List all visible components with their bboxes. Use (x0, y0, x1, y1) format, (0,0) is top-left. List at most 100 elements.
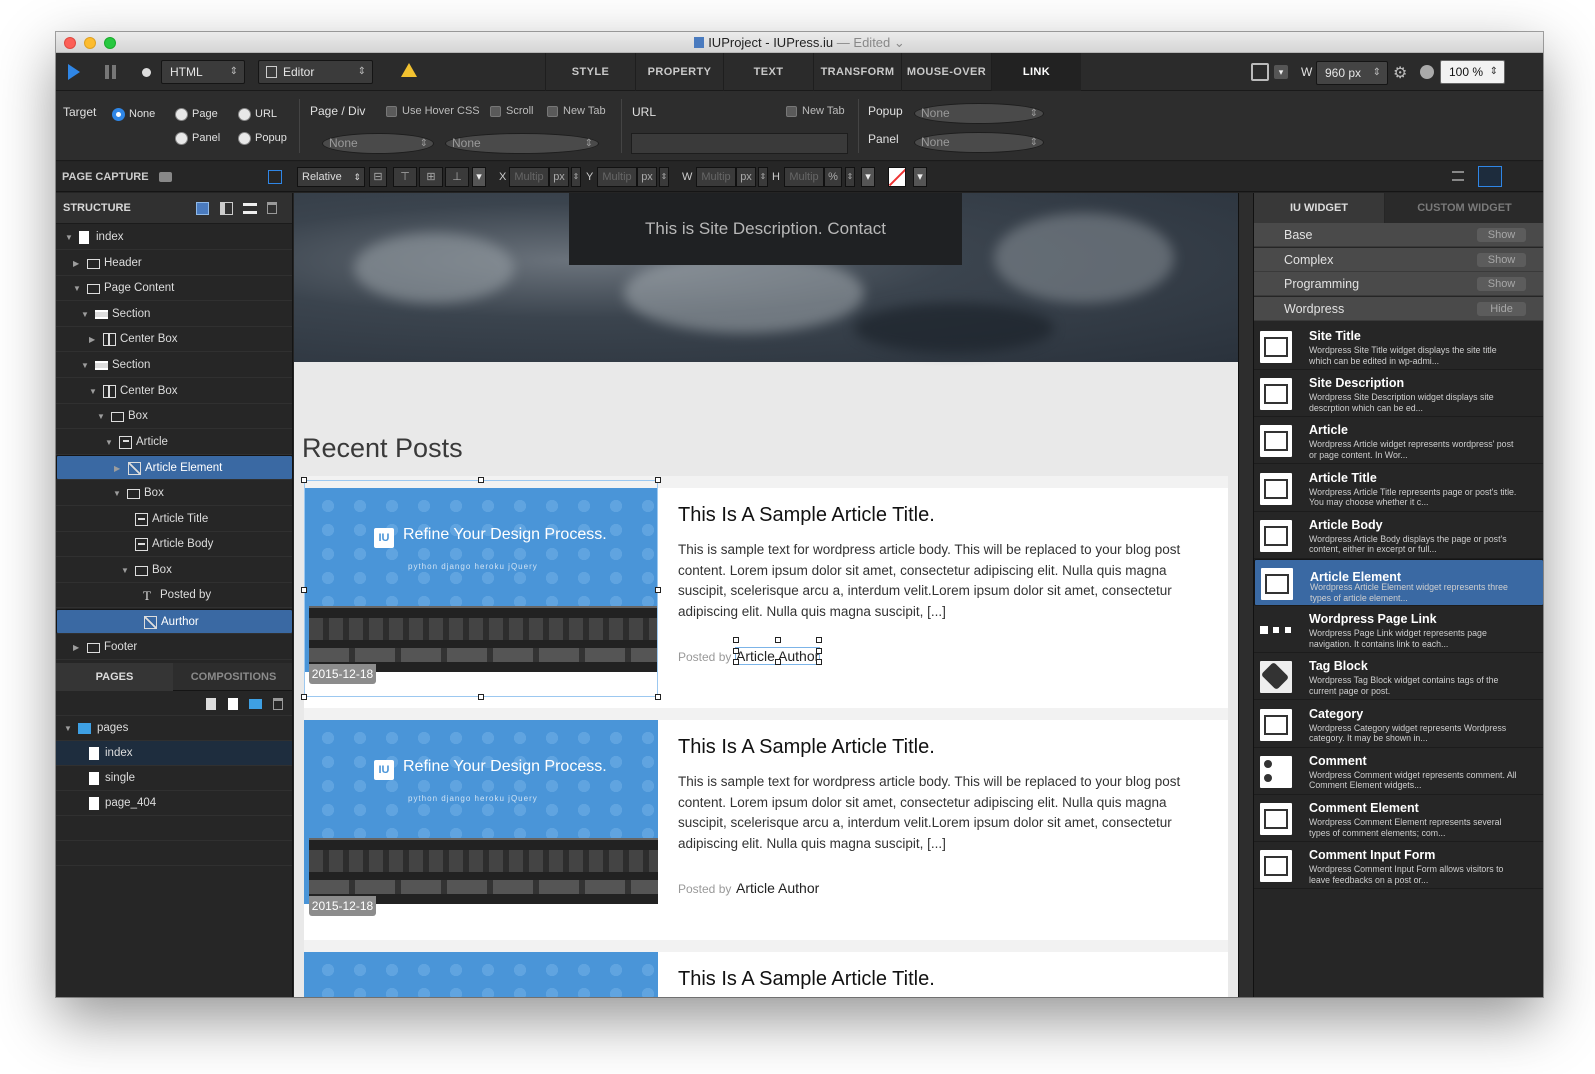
resize-handle[interactable] (655, 694, 661, 700)
x-input[interactable]: Multip (509, 167, 549, 187)
disclosure-open-icon[interactable]: ▼ (65, 225, 73, 250)
resize-handle[interactable] (733, 637, 739, 643)
structure-item[interactable]: ▼ Box (56, 404, 292, 430)
new-page-icon[interactable] (228, 698, 238, 710)
no-color-icon[interactable] (888, 167, 906, 187)
structure-item[interactable]: ▼ Section (56, 302, 292, 327)
h-unit[interactable]: % (824, 167, 842, 187)
disclosure-closed-icon[interactable]: ▶ (73, 251, 79, 276)
minimize-window-button[interactable] (84, 37, 96, 49)
structure-item[interactable]: Aurthor (56, 609, 292, 634)
resize-handle[interactable] (478, 477, 484, 483)
zoom-window-button[interactable] (104, 37, 116, 49)
widget-category[interactable]: Programming Show (1254, 272, 1543, 297)
tab-iu-widget[interactable]: IU WIDGET (1254, 193, 1384, 223)
stepper-icon[interactable]: ⇕ (571, 167, 581, 187)
category-toggle-button[interactable]: Show (1477, 277, 1526, 292)
disclosure-open-icon[interactable]: ▼ (81, 353, 89, 378)
article-author[interactable]: Article Author (736, 880, 819, 896)
widget-item[interactable]: Site Description Wordpress Site Descripti… (1254, 370, 1543, 418)
resize-handle[interactable] (775, 637, 781, 643)
split-view-icon[interactable] (220, 202, 233, 215)
gear-icon[interactable]: ⚙ (1393, 63, 1407, 83)
widget-item[interactable]: Article Title Wordpress Article Title rep… (1254, 465, 1543, 512)
resize-handle[interactable] (655, 587, 661, 593)
resize-handle[interactable] (301, 694, 307, 700)
widget-category[interactable]: Base Show (1254, 223, 1543, 247)
article-title[interactable]: This Is A Sample Article Title. (678, 736, 935, 759)
widget-item[interactable]: Tag Block Wordpress Tag Block widget cont… (1254, 653, 1543, 701)
url-new-tab-checkbox[interactable] (786, 106, 797, 117)
resize-handle[interactable] (301, 477, 307, 483)
mode-select[interactable]: Editor ⇕ (258, 60, 373, 84)
stepper-icon[interactable]: ⇕ (659, 167, 669, 187)
popup-select[interactable]: None ⇕ (914, 103, 1044, 124)
widget-item[interactable]: Article Element Wordpress Article Element… (1254, 559, 1543, 606)
add-section-icon[interactable] (243, 203, 257, 214)
tab-transform[interactable]: TRANSFORM (813, 53, 901, 91)
page-item[interactable]: index (56, 741, 292, 766)
div-select[interactable]: None ⇕ (445, 133, 599, 154)
widget-category[interactable]: Complex Show (1254, 247, 1543, 272)
close-window-button[interactable] (64, 37, 76, 49)
position-mode-select[interactable]: Relative ⇕ (297, 167, 365, 187)
page-width-field[interactable]: 960 px ⇕ (1316, 61, 1388, 85)
structure-item[interactable]: ▼ Section (56, 353, 292, 378)
widget-item[interactable]: Comment Element Wordpress Comment Element… (1254, 795, 1543, 842)
disclosure-open-icon[interactable]: ▼ (105, 430, 113, 455)
article[interactable]: This Is A Sample Article Title. (304, 952, 1228, 997)
structure-item[interactable]: ▼ Box (56, 558, 292, 583)
widget-item[interactable]: Wordpress Page Link Wordpress Page Link w… (1254, 606, 1543, 654)
structure-item[interactable]: ▶ Header (56, 251, 292, 276)
structure-item[interactable]: ▶ Article Element (56, 455, 292, 481)
chevron-down-icon[interactable]: ▾ (1274, 65, 1288, 79)
copy-page-icon[interactable] (206, 698, 216, 710)
disclosure-closed-icon[interactable]: ▶ (89, 327, 95, 352)
widget-item[interactable]: Site Title Wordpress Site Title widget di… (1254, 323, 1543, 370)
widget-item[interactable]: Category Wordpress Category widget repres… (1254, 701, 1543, 748)
article-body[interactable]: This is sample text for wordpress articl… (678, 772, 1198, 854)
disclosure-open-icon[interactable]: ▼ (73, 276, 81, 301)
zoom-field[interactable]: 100 % ⇕ (1440, 60, 1505, 84)
target-page-radio[interactable] (175, 108, 188, 121)
pause-icon[interactable] (105, 65, 109, 79)
article-title[interactable]: This Is A Sample Article Title. (678, 968, 935, 991)
tab-pages[interactable]: PAGES (56, 663, 173, 691)
tab-custom-widget[interactable]: CUSTOM WIDGET (1385, 193, 1543, 223)
article-thumbnail[interactable]: IU Refine Your Design Process. python dj… (304, 488, 658, 672)
record-icon[interactable] (142, 68, 151, 77)
align-bottom-icon[interactable]: ⊥ (445, 167, 469, 187)
trash-icon[interactable] (273, 698, 283, 710)
disclosure-open-icon[interactable]: ▼ (97, 404, 105, 429)
w-input[interactable]: Multip (696, 167, 736, 187)
resize-handle[interactable] (478, 694, 484, 700)
pages-folder[interactable]: ▼ pages (56, 716, 292, 741)
new-tab-checkbox[interactable] (547, 106, 558, 117)
y-unit[interactable]: px (637, 167, 657, 187)
disclosure-open-icon[interactable]: ▼ (64, 716, 72, 741)
widget-item[interactable]: Article Body Wordpress Article Body displ… (1254, 512, 1543, 559)
resize-handle[interactable] (733, 659, 739, 665)
article-body[interactable]: This is sample text for wordpress articl… (678, 540, 1198, 622)
structure-item[interactable]: ▶ Footer (56, 635, 292, 660)
structure-item[interactable]: Article Title (56, 507, 292, 532)
posted-by[interactable]: Posted by (678, 882, 731, 896)
disclosure-closed-icon[interactable]: ▶ (114, 456, 120, 481)
article-thumbnail[interactable]: IU Refine Your Design Process. python dj… (304, 720, 658, 904)
design-canvas[interactable]: This is Site Description. Contact Recent… (294, 193, 1238, 997)
use-hover-css-checkbox[interactable] (386, 106, 397, 117)
tab-mouse-over[interactable]: MOUSE-OVER (901, 53, 991, 91)
h-input[interactable]: Multip (784, 167, 824, 187)
disclosure-closed-icon[interactable]: ▶ (73, 635, 79, 660)
panel-view-icon[interactable] (1478, 166, 1502, 187)
disclosure-open-icon[interactable]: ▼ (121, 558, 129, 583)
chevron-down-icon[interactable]: ⌄ (890, 35, 905, 50)
play-icon[interactable] (68, 64, 80, 80)
target-none-radio[interactable] (112, 108, 125, 121)
structure-item[interactable]: ▼ Center Box (56, 379, 292, 404)
article[interactable]: IU Refine Your Design Process. python dj… (304, 720, 1228, 940)
page-item[interactable]: single (56, 766, 292, 791)
tab-text[interactable]: TEXT (723, 53, 813, 91)
doc-type-select[interactable]: HTML ⇕ (161, 60, 245, 84)
structure-item[interactable]: ▼ Article (56, 430, 292, 455)
